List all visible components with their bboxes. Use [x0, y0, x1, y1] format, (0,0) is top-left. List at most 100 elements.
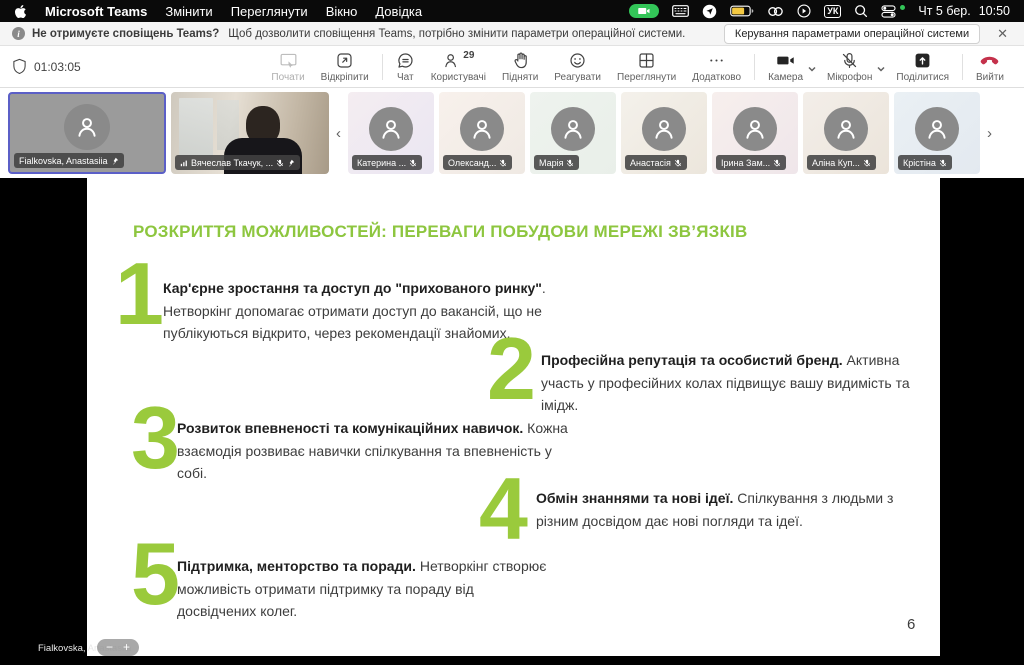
menubar-date[interactable]: Чт 5 бер.: [918, 4, 970, 18]
mic-muted-icon: [939, 159, 947, 167]
participants-count: 29: [463, 51, 474, 61]
manage-os-settings-button[interactable]: Керування параметрами операційної систем…: [724, 24, 980, 44]
participants-button[interactable]: 29 Користувачі: [423, 51, 494, 83]
participant-name-chip: Ірина Зам...: [716, 155, 786, 170]
mic-muted-icon: [499, 159, 507, 167]
participant-name-chip: Крістіна: [898, 155, 952, 170]
participant-name-chip: Аліна Куп...: [807, 155, 876, 170]
slide-item-number: 2: [487, 325, 536, 413]
mic-muted-icon: [276, 159, 284, 167]
participant-filmstrip: Fialkovska, Anastasiia Вячеслав Ткачук, …: [0, 88, 1024, 178]
filmstrip-next-icon[interactable]: ›: [985, 125, 994, 142]
raise-hand-button[interactable]: Підняти: [494, 51, 546, 83]
menu-help[interactable]: Довідка: [375, 4, 422, 19]
menubar-app-name[interactable]: Microsoft Teams: [45, 4, 147, 19]
camera-on-icon: [776, 51, 795, 70]
menu-edit[interactable]: Змінити: [165, 4, 212, 19]
share-screen-icon: [913, 51, 932, 70]
slide-page-number: 6: [907, 616, 915, 633]
people-icon: [442, 51, 461, 70]
participant-tile[interactable]: Катерина ...: [348, 92, 434, 174]
info-icon: i: [12, 27, 25, 40]
participant-name-chip: Fialkovska, Anastasiia: [14, 153, 124, 168]
participant-tile-pinned[interactable]: Fialkovska, Anastasiia: [8, 92, 166, 174]
macos-menubar: Microsoft Teams Змінити Переглянути Вікн…: [0, 0, 1024, 22]
participant-tile[interactable]: Анастасія: [621, 92, 707, 174]
camera-button[interactable]: Камера: [760, 51, 811, 83]
smiley-icon: [568, 51, 587, 70]
avatar: [824, 107, 868, 151]
link-icon[interactable]: [767, 6, 784, 17]
ellipsis-icon: [707, 51, 726, 70]
status-dot: [900, 5, 905, 10]
participant-name-chip: Катерина ...: [352, 155, 422, 170]
toolbar-divider: [382, 54, 383, 80]
more-button[interactable]: Додатково: [684, 51, 749, 83]
react-button[interactable]: Реагувати: [546, 51, 609, 83]
slide-item-number: 3: [131, 394, 180, 482]
grid-view-icon: [637, 51, 656, 70]
leave-button[interactable]: Вийти: [968, 51, 1012, 83]
unpin-icon: [335, 51, 354, 70]
participant-name-chip: Вячеслав Ткачук, ...: [175, 155, 300, 170]
banner-message: Щоб дозволити сповіщення Teams, потрібно…: [228, 28, 685, 40]
participant-tile[interactable]: Ірина Зам...: [712, 92, 798, 174]
avatar: [551, 107, 595, 151]
participant-name-chip: Анастасія: [625, 155, 687, 170]
mic-muted-icon: [773, 159, 781, 167]
camera-options-chevron-icon[interactable]: [807, 61, 817, 79]
zoom-out-button[interactable]: −: [106, 640, 113, 655]
play-circle-icon[interactable]: [797, 4, 811, 18]
chat-icon: [396, 51, 415, 70]
avatar: [64, 104, 110, 150]
mic-muted-icon: [409, 159, 417, 167]
slide-item-number: 4: [479, 465, 528, 553]
share-button[interactable]: Поділитися: [888, 51, 957, 83]
menu-window[interactable]: Вікно: [326, 4, 358, 19]
slide-item-number: 1: [115, 250, 164, 338]
pin-icon: [111, 157, 119, 165]
timer-value: 01:03:05: [34, 60, 81, 74]
notification-banner: i Не отримуєте сповіщень Teams? Щоб дозв…: [0, 22, 1024, 46]
menu-view[interactable]: Переглянути: [231, 4, 308, 19]
zoom-in-button[interactable]: +: [123, 640, 130, 655]
mic-muted-icon: [840, 51, 859, 70]
avatar: [460, 107, 504, 151]
participant-name-chip: Олександ...: [443, 155, 512, 170]
input-source-badge[interactable]: УК: [824, 5, 841, 18]
location-services-icon[interactable]: [702, 4, 717, 19]
participant-tile[interactable]: Крістіна: [894, 92, 980, 174]
presentation-slide: РОЗКРИТТЯ МОЖЛИВОСТЕЙ: ПЕРЕВАГИ ПОБУДОВИ…: [87, 178, 940, 656]
slide-item-text: Професійна репутація та особистий бренд.…: [541, 349, 916, 417]
shield-icon: [12, 58, 27, 75]
participant-tile[interactable]: Олександ...: [439, 92, 525, 174]
avatar: [915, 107, 959, 151]
avatar: [733, 107, 777, 151]
slide-title: РОЗКРИТТЯ МОЖЛИВОСТЕЙ: ПЕРЕВАГИ ПОБУДОВИ…: [133, 222, 747, 242]
control-center-icon[interactable]: [881, 5, 896, 18]
filmstrip-prev-icon[interactable]: ‹: [334, 125, 343, 142]
screen-cursor-icon: [279, 51, 298, 70]
mic-options-chevron-icon[interactable]: [876, 61, 886, 79]
slide-item-text: Кар'єрне зростання та доступ до "прихова…: [163, 277, 608, 345]
toolbar-divider: [962, 54, 963, 80]
participant-tile[interactable]: Аліна Куп...: [803, 92, 889, 174]
chat-button[interactable]: Чат: [388, 51, 423, 83]
keyboard-icon[interactable]: [672, 5, 689, 17]
mic-button[interactable]: Мікрофон: [819, 51, 880, 83]
camera-in-use-indicator-icon[interactable]: [629, 4, 659, 18]
view-button[interactable]: Переглянути: [609, 51, 684, 83]
banner-close-icon[interactable]: ✕: [987, 26, 1012, 42]
participant-tile[interactable]: Марія: [530, 92, 616, 174]
hang-up-icon: [979, 51, 1000, 70]
start-button[interactable]: Почати: [263, 51, 312, 83]
unpin-button[interactable]: Відкріпити: [313, 51, 377, 83]
speaking-indicator-icon: [180, 159, 188, 167]
slide-item-text: Обмін знаннями та нові ідеї. Спілкування…: [536, 487, 931, 532]
menubar-clock[interactable]: 10:50: [979, 4, 1010, 18]
spotlight-search-icon[interactable]: [854, 4, 868, 18]
participant-tile-video[interactable]: Вячеслав Ткачук, ...: [171, 92, 329, 174]
apple-menu-icon[interactable]: [14, 4, 27, 19]
slide-item-text: Підтримка, менторство та поради. Нетворк…: [177, 555, 547, 623]
battery-icon[interactable]: [730, 5, 754, 17]
